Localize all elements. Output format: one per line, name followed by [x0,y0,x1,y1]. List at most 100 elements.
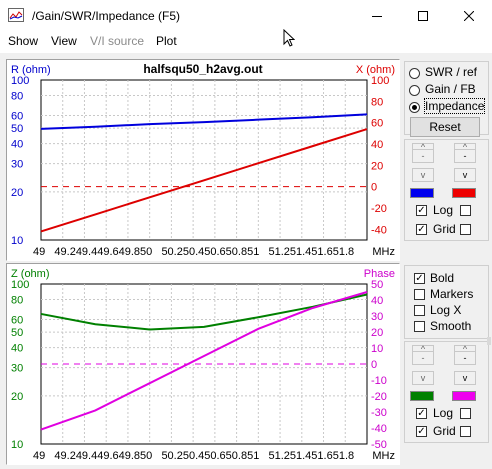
menu-show[interactable]: Show [8,34,38,48]
bottom-log-label: Log [433,406,454,420]
left-tick-label: 30 [11,363,23,375]
top-x-tick-labels: 49 49.249.449.649.850 50.250.450.650.851… [33,246,354,258]
bottom-grid-label: Grid [433,424,456,438]
smooth-checkbox[interactable] [414,321,425,332]
right-tick-label: -20 [371,391,387,403]
top-log-right-checkbox[interactable] [460,205,471,216]
reset-button[interactable]: Reset [410,117,480,137]
bottom-left-down-button[interactable]: v [412,371,434,385]
top-plot-chart: halfsqu50_h2avg.out R (ohm) X (ohm) 1008… [11,62,395,258]
left-tick-label: 40 [11,343,23,355]
top-left-down-button[interactable]: v [412,168,434,182]
radio-gain-label: Gain / FB [425,82,476,96]
bottom-log-left-checkbox[interactable]: ✓ [416,408,427,419]
radio-impedance[interactable] [409,102,420,113]
right-tick-label: 20 [371,160,383,172]
main-frame: halfsqu50_h2avg.out R (ohm) X (ohm) 100 8… [0,53,492,469]
left-tick-label: 20 [11,187,23,199]
bottom-grid-left-checkbox[interactable]: ✓ [416,426,427,437]
r-series-line [40,113,368,130]
right-tick-label: -10 [371,375,387,387]
top-grid-left-checkbox[interactable]: ✓ [416,224,427,235]
menu-bar: Show View V/I source Plot [0,29,492,53]
bottom-right-minus-button[interactable]: - [454,351,476,365]
left-tick-label: 40 [11,139,23,151]
radio-gain[interactable] [409,85,420,96]
right-tick-label: 50 [371,279,383,291]
phase-series-line [40,291,368,431]
bottom-right-down-button[interactable]: v [454,371,476,385]
right-tick-label: 40 [371,295,383,307]
markers-label: Markers [430,287,474,301]
maximize-button[interactable] [400,0,446,31]
left-tick-label: 30 [11,159,23,171]
menu-plot[interactable]: Plot [156,34,177,48]
radio-swr[interactable] [409,68,420,79]
close-icon [464,10,474,21]
menu-vi-source[interactable]: V/I source [90,34,144,48]
top-log-left-checkbox[interactable]: ✓ [416,205,427,216]
radio-impedance-label: Impedance [423,98,486,114]
left-tick-label: 100 [11,279,29,291]
bottom-plot-chart: Z (ohm) Phase 10080605040302010 50403020… [11,268,395,462]
left-tick-label: 20 [11,391,23,403]
bottom-left-color-swatch[interactable] [410,391,434,401]
bottom-x-unit-label: MHz [372,450,395,462]
x-series-line [40,128,368,233]
right-tick-label: 40 [371,139,383,151]
bottom-x-tick-labels: 49 49.249.449.649.850 50.250.450.650.851… [33,450,354,462]
right-tick-label: 0 [371,359,377,371]
right-tick-label: -40 [371,224,387,236]
top-plot-title: halfsqu50_h2avg.out [143,62,262,76]
top-x-unit-label: MHz [372,246,395,258]
right-tick-label: 0 [371,182,377,194]
close-button[interactable] [446,0,492,31]
markers-checkbox[interactable] [414,289,425,300]
mouse-cursor-icon [283,29,295,47]
right-tick-label: -20 [371,203,387,215]
minimize-icon [372,15,382,17]
bottom-plot-panel: Z (ohm) Phase 100 80 60 50 40 30 20 10 50 40 30 20… [6,263,400,465]
right-tick-label: 80 [371,96,383,108]
radio-swr-label: SWR / ref [425,65,478,79]
left-tick-label: 10 [11,235,23,247]
logx-label: Log X [430,303,462,317]
maximize-icon [418,10,428,21]
top-left-color-swatch[interactable] [410,188,434,198]
smooth-label: Smooth [430,319,472,333]
top-right-color-swatch[interactable] [452,188,476,198]
app-chart-icon [8,8,24,22]
left-tick-label: 100 [11,75,29,87]
bold-label: Bold [430,271,455,285]
bottom-grid-right-checkbox[interactable] [460,426,471,437]
menu-view[interactable]: View [51,34,77,48]
minimize-button[interactable] [354,0,400,31]
left-tick-label: 80 [11,295,23,307]
left-tick-label: 10 [11,439,23,451]
title-bar: /Gain/SWR/Impedance (F5) [0,0,492,32]
window-title: /Gain/SWR/Impedance (F5) [32,9,181,23]
right-tick-label: 10 [371,343,383,355]
bottom-left-minus-button[interactable]: - [412,351,434,365]
left-tick-label: 50 [11,327,23,339]
left-tick-label: 60 [11,110,23,122]
left-tick-label: 60 [11,314,23,326]
top-right-down-button[interactable]: v [454,168,476,182]
logx-checkbox[interactable] [414,305,425,316]
bold-checkbox[interactable]: ✓ [414,273,425,284]
top-grid-label: Grid [433,222,456,236]
top-plot-panel: halfsqu50_h2avg.out R (ohm) X (ohm) 100 8… [6,59,400,261]
splitter-grip[interactable] [487,337,491,345]
left-tick-label: 80 [11,91,23,103]
right-tick-label: -30 [371,407,387,419]
left-tick-label: 50 [11,123,23,135]
top-grid-right-checkbox[interactable] [460,224,471,235]
right-tick-label: 60 [371,118,383,130]
top-right-minus-button[interactable]: - [454,149,476,163]
right-tick-label: -40 [371,423,387,435]
right-tick-label: 20 [371,327,383,339]
bottom-log-right-checkbox[interactable] [460,408,471,419]
top-left-minus-button[interactable]: - [412,149,434,163]
bottom-right-color-swatch[interactable] [452,391,476,401]
right-tick-label: 30 [371,311,383,323]
